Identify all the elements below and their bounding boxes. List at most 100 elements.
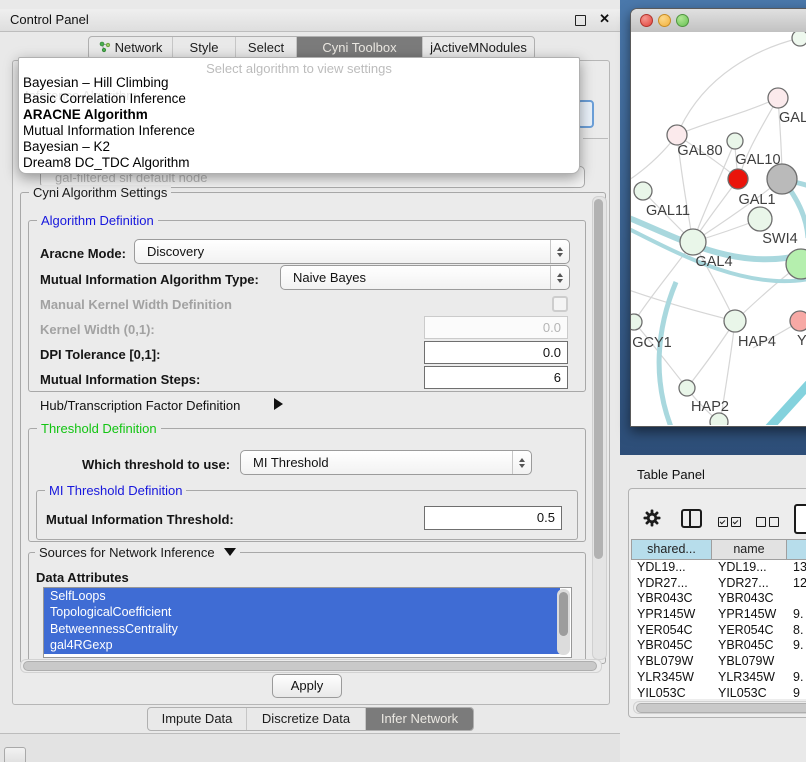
attribute-option[interactable]: BetweennessCentrality xyxy=(44,621,560,637)
table-cell[interactable]: YDL19... xyxy=(712,560,787,576)
mi-threshold-input[interactable]: 0.5 xyxy=(424,506,562,530)
manual-kernel-checkbox[interactable] xyxy=(552,296,568,312)
network-node[interactable] xyxy=(667,125,687,145)
table-row[interactable]: YDR27...YDR27...12 xyxy=(631,576,806,592)
table-cell[interactable]: 8. xyxy=(787,623,806,639)
expand-right-icon[interactable] xyxy=(274,398,283,410)
tab-select[interactable]: Select xyxy=(236,37,297,59)
export-table-icon[interactable] xyxy=(794,504,806,534)
table-cell[interactable]: 13 xyxy=(787,560,806,576)
hub-definition-toggle[interactable]: Hub/Transcription Factor Definition xyxy=(40,398,240,413)
network-node[interactable] xyxy=(792,32,806,46)
aracne-mode-select[interactable]: Discovery xyxy=(134,239,570,264)
table-cell[interactable]: YBL079W xyxy=(712,654,787,670)
table-cell[interactable]: YER054C xyxy=(712,623,787,639)
table-cell[interactable]: 9. xyxy=(787,638,806,654)
tab-network[interactable]: Network xyxy=(89,37,173,59)
table-cell[interactable]: YPR145W xyxy=(631,607,712,623)
close-traffic-light[interactable] xyxy=(640,14,653,27)
table-cell[interactable]: YDR27... xyxy=(631,576,712,592)
scrollbar-thumb[interactable] xyxy=(23,661,597,671)
scrollbar-thumb[interactable] xyxy=(636,703,806,713)
table-cell[interactable]: YBR045C xyxy=(631,638,712,654)
table-row[interactable]: YBR043CYBR043C xyxy=(631,591,806,607)
attribute-option[interactable]: TopologicalCoefficient xyxy=(44,604,560,620)
dock-icon[interactable] xyxy=(4,747,26,762)
algorithm-option[interactable]: Basic Correlation Inference xyxy=(19,91,579,107)
select-all-icon[interactable] xyxy=(718,514,744,532)
algorithm-option[interactable]: Bayesian – Hill Climbing xyxy=(19,75,579,91)
settings-vertical-scrollbar[interactable] xyxy=(592,196,607,660)
sources-group-title[interactable]: Sources for Network Inference xyxy=(35,545,240,560)
close-icon[interactable]: ✕ xyxy=(599,11,610,27)
network-node[interactable] xyxy=(728,169,748,189)
table-cell[interactable]: YDR27... xyxy=(712,576,787,592)
network-node[interactable] xyxy=(634,182,652,200)
network-node[interactable] xyxy=(790,311,806,331)
network-node[interactable] xyxy=(631,314,642,330)
table-cell[interactable]: YIL053C xyxy=(631,686,712,700)
scrollbar-thumb[interactable] xyxy=(559,592,568,636)
table-row[interactable]: YER054CYER054C8. xyxy=(631,623,806,639)
table-cell[interactable]: YER054C xyxy=(631,623,712,639)
zoom-traffic-light[interactable] xyxy=(676,14,689,27)
table-cell[interactable]: YLR345W xyxy=(712,670,787,686)
network-titlebar[interactable] xyxy=(631,9,806,33)
kernel-width-input[interactable]: 0.0 xyxy=(424,316,568,339)
table-cell[interactable]: YBR043C xyxy=(631,591,712,607)
table-cell[interactable]: 9 xyxy=(787,686,806,700)
tab-infer-network[interactable]: Infer Network xyxy=(366,708,473,730)
algorithm-option[interactable]: Bayesian – K2 xyxy=(19,139,579,155)
table-cell[interactable]: YLR345W xyxy=(631,670,712,686)
table-cell[interactable]: YBR043C xyxy=(712,591,787,607)
table-cell[interactable]: YDL19... xyxy=(631,560,712,576)
table-row[interactable]: YBL079WYBL079W xyxy=(631,654,806,670)
minimize-traffic-light[interactable] xyxy=(658,14,671,27)
table-cell[interactable]: YBL079W xyxy=(631,654,712,670)
table-row[interactable]: YPR145WYPR145W9. xyxy=(631,607,806,623)
table-horizontal-scrollbar[interactable] xyxy=(633,701,806,714)
gear-icon[interactable] xyxy=(643,509,661,527)
scrollbar-thumb[interactable] xyxy=(594,199,603,559)
table-header-cell[interactable] xyxy=(787,539,806,560)
table-row[interactable]: YIL053CYIL053C9 xyxy=(631,686,806,700)
deselect-all-icon[interactable] xyxy=(756,514,782,532)
table-header-cell[interactable]: name xyxy=(712,539,787,560)
network-node[interactable] xyxy=(767,164,797,194)
tab-jactivemnodules[interactable]: jActiveMNodules xyxy=(423,37,534,59)
mi-type-select[interactable]: Naive Bayes xyxy=(280,265,570,290)
network-canvas[interactable]: GALGAL80GAL10GAL1GAL11SWI4GAL4GCY1HAP4YH… xyxy=(631,32,806,425)
table-cell[interactable]: YIL053C xyxy=(712,686,787,700)
algorithm-option[interactable]: ARACNE Algorithm xyxy=(19,107,579,123)
network-node[interactable] xyxy=(748,207,772,231)
table-cell[interactable]: 9. xyxy=(787,670,806,686)
table-cell[interactable]: 9. xyxy=(787,607,806,623)
algorithm-option[interactable]: Dream8 DC_TDC Algorithm xyxy=(19,155,579,171)
settings-horizontal-scrollbar[interactable] xyxy=(20,659,602,673)
network-window[interactable]: GALGAL80GAL10GAL1GAL11SWI4GAL4GCY1HAP4YH… xyxy=(630,8,806,427)
tab-style[interactable]: Style xyxy=(173,37,236,59)
which-threshold-select[interactable]: MI Threshold xyxy=(240,450,532,475)
float-window-icon[interactable] xyxy=(575,15,586,26)
dpi-tolerance-input[interactable]: 0.0 xyxy=(424,341,568,364)
network-node[interactable] xyxy=(724,310,746,332)
attribute-option[interactable]: gal4RGexp xyxy=(44,637,560,653)
table-cell[interactable] xyxy=(787,591,806,607)
table-row[interactable]: YLR345WYLR345W9. xyxy=(631,670,806,686)
table-cell[interactable]: 12 xyxy=(787,576,806,592)
algorithm-dropdown[interactable]: Select algorithm to view settings Infere… xyxy=(18,57,580,174)
algorithm-option[interactable]: Mutual Information Inference xyxy=(19,123,579,139)
network-node[interactable] xyxy=(680,229,706,255)
mi-steps-input[interactable]: 6 xyxy=(424,366,568,389)
list-vertical-scrollbar[interactable] xyxy=(557,589,570,655)
data-attributes-list[interactable]: SelfLoopsTopologicalCoefficientBetweenne… xyxy=(43,587,572,658)
node-table[interactable]: shared...name YDL19...YDL19...13YDR27...… xyxy=(631,539,806,699)
tab-discretize-data[interactable]: Discretize Data xyxy=(247,708,366,730)
column-view-icon[interactable] xyxy=(681,509,702,528)
attribute-option[interactable]: SelfLoops xyxy=(44,588,560,604)
table-cell[interactable]: YBR045C xyxy=(712,638,787,654)
apply-button[interactable]: Apply xyxy=(272,674,342,698)
network-node[interactable] xyxy=(768,88,788,108)
table-cell[interactable]: YPR145W xyxy=(712,607,787,623)
table-row[interactable]: YDL19...YDL19...13 xyxy=(631,560,806,576)
